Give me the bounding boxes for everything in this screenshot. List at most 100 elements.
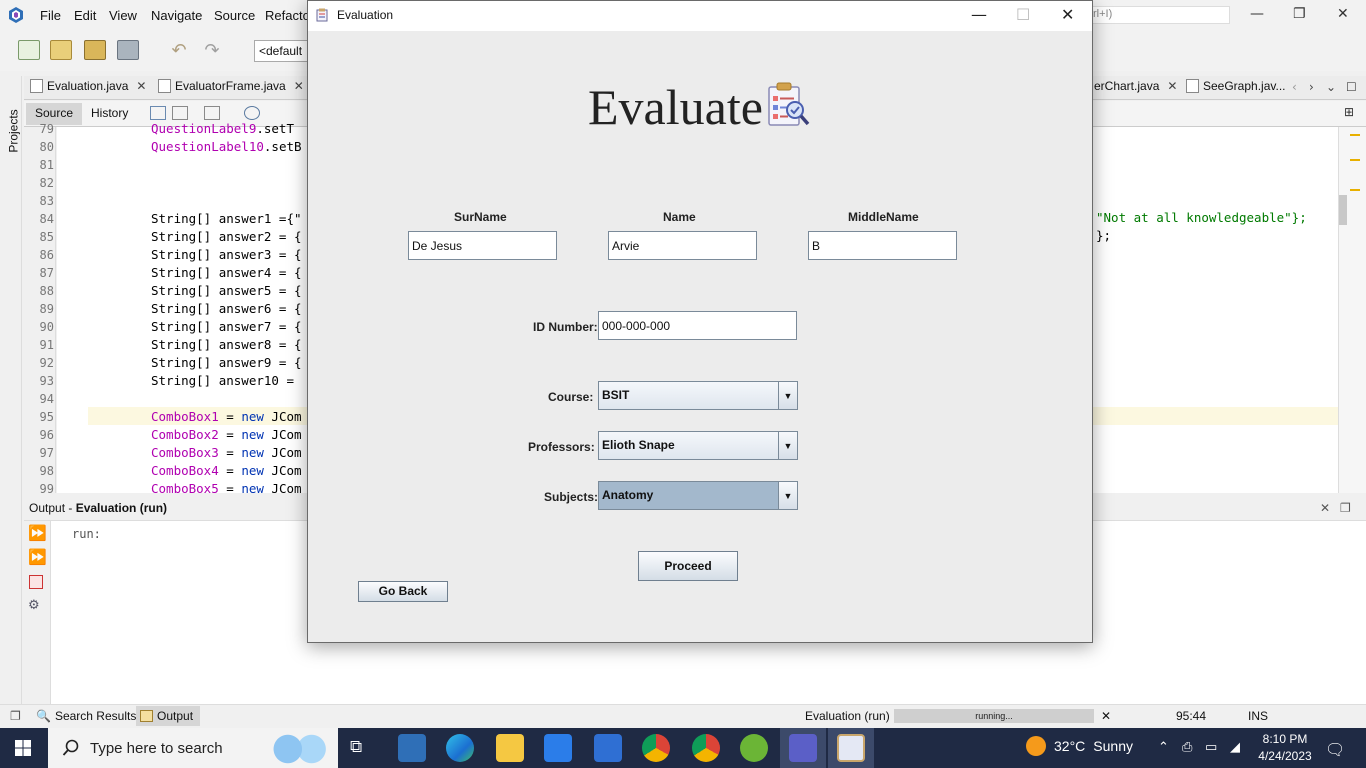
battery-icon[interactable]: ▭ xyxy=(1205,740,1217,755)
line-number: 91 xyxy=(39,338,54,352)
tab-erchart-java[interactable]: erChart.java ✕ xyxy=(1094,79,1177,93)
tab-scroll-left-icon[interactable]: ‹ xyxy=(1292,80,1297,94)
cancel-task-icon[interactable]: ✕ xyxy=(1101,709,1111,723)
file-explorer-icon[interactable] xyxy=(496,734,524,762)
weather-widget[interactable]: 32°C Sunny xyxy=(1026,736,1133,756)
split-editor-icon[interactable]: ⊞ xyxy=(1344,105,1354,119)
code-fragment-84: "Not at all knowledgeable"}; xyxy=(1096,210,1307,225)
chrome-icon[interactable] xyxy=(642,734,670,762)
code-line: QuestionLabel9.setT xyxy=(151,121,294,136)
ide-search-input[interactable]: rl+I) xyxy=(1090,6,1230,24)
ide-close-icon[interactable]: ✕ xyxy=(1337,6,1349,22)
code-line: String[] answer9 = { xyxy=(151,355,302,370)
search-results-tab[interactable]: 🔍 Search Results xyxy=(36,709,136,723)
line-number: 90 xyxy=(39,320,54,334)
id-number-field[interactable]: 000-000-000 xyxy=(598,311,797,340)
go-back-button[interactable]: Go Back xyxy=(358,581,448,602)
history-tab[interactable]: History xyxy=(82,103,137,125)
output-restore-icon[interactable]: ❐ xyxy=(1340,501,1351,515)
windows-logo-icon xyxy=(15,740,31,756)
maximize-editor-icon[interactable]: ☐ xyxy=(1346,80,1357,94)
dialog-minimize-icon[interactable]: — xyxy=(971,5,987,24)
config-select[interactable]: <default xyxy=(254,40,314,62)
chrome-profile-icon[interactable] xyxy=(692,734,720,762)
chevron-up-icon[interactable]: ⌃ xyxy=(1158,740,1169,755)
utorrent-icon[interactable] xyxy=(740,734,768,762)
java-file-icon xyxy=(1186,79,1199,93)
subjects-select[interactable]: Anatomy ▼ xyxy=(598,481,798,510)
menu-edit[interactable]: Edit xyxy=(74,8,96,23)
course-select[interactable]: BSIT ▼ xyxy=(598,381,798,410)
tab-evaluatorframe-java[interactable]: EvaluatorFrame.java ✕ xyxy=(158,79,304,93)
tab-seegraph-java[interactable]: SeeGraph.jav... xyxy=(1186,79,1286,93)
teams-icon[interactable] xyxy=(789,734,817,762)
rerun-icon[interactable]: ⏩ xyxy=(28,524,47,542)
chevron-down-icon[interactable]: ▼ xyxy=(778,432,797,459)
line-number: 94 xyxy=(39,392,54,406)
tab-list-chevron-down-icon[interactable]: ⌄ xyxy=(1326,80,1336,94)
professors-select[interactable]: Elioth Snape ▼ xyxy=(598,431,798,460)
code-line: String[] answer4 = { xyxy=(151,265,302,280)
save-all-icon[interactable] xyxy=(117,40,139,60)
menu-file[interactable]: File xyxy=(40,8,61,23)
search-icon xyxy=(62,739,79,756)
new-file-icon[interactable] xyxy=(18,40,40,60)
start-button[interactable] xyxy=(0,728,46,768)
stop-icon[interactable] xyxy=(29,575,43,589)
menu-view[interactable]: View xyxy=(109,8,137,23)
code-line: ComboBox1 = new JCom xyxy=(151,409,302,424)
wifi-icon[interactable]: ◢ xyxy=(1230,740,1240,755)
mail-icon[interactable] xyxy=(594,734,622,762)
subjects-value: Anatomy xyxy=(599,482,778,509)
microsoft-store-icon[interactable] xyxy=(544,734,572,762)
dialog-close-icon[interactable]: ✕ xyxy=(1061,5,1074,24)
back-icon[interactable] xyxy=(172,106,188,120)
output-tab[interactable]: Output xyxy=(140,709,193,723)
tab-evaluation-java[interactable]: Evaluation.java ✕ xyxy=(30,79,146,93)
evaluation-app-icon[interactable] xyxy=(837,734,865,762)
find-icon[interactable] xyxy=(244,106,260,120)
network-drive-icon[interactable]: ⎙ xyxy=(1182,740,1192,755)
proceed-button[interactable]: Proceed xyxy=(638,551,738,581)
rerun-with-params-icon[interactable]: ⏩ xyxy=(28,548,47,566)
middlename-field[interactable]: B xyxy=(808,231,957,260)
new-project-icon[interactable] xyxy=(50,40,72,60)
close-icon[interactable]: ✕ xyxy=(294,79,304,93)
editor-scrollbar[interactable] xyxy=(1338,127,1366,493)
code-line: ComboBox5 = new JCom xyxy=(151,481,302,496)
last-edit-icon[interactable] xyxy=(150,106,166,120)
code-line: String[] answer10 = xyxy=(151,373,302,388)
jellyfish-search-highlight-icon xyxy=(264,734,332,764)
surname-field[interactable]: De Jesus xyxy=(408,231,557,260)
close-icon[interactable]: ✕ xyxy=(1167,79,1177,93)
line-number: 89 xyxy=(39,302,54,316)
tab-label: SeeGraph.jav... xyxy=(1203,79,1286,93)
output-title-name: Evaluation (run) xyxy=(75,501,168,515)
undo-icon[interactable]: ↶ xyxy=(168,40,190,61)
edge-icon[interactable] xyxy=(446,734,474,762)
notifications-icon[interactable]: 🗨 xyxy=(1325,740,1345,759)
netbeans-taskbar-icon[interactable] xyxy=(398,734,426,762)
progress-bar: running... xyxy=(894,709,1094,723)
menu-navigate[interactable]: Navigate xyxy=(151,8,202,23)
projects-strip xyxy=(0,76,22,704)
tab-scroll-right-icon[interactable]: › xyxy=(1309,80,1314,94)
redo-icon[interactable]: ↷ xyxy=(201,40,223,61)
taskbar-clock[interactable]: 8:10 PM 4/24/2023 xyxy=(1250,731,1320,765)
chevron-down-icon[interactable]: ▼ xyxy=(778,382,797,409)
ide-minimize-icon[interactable]: — xyxy=(1250,6,1264,22)
forward-icon[interactable] xyxy=(204,106,220,120)
open-project-icon[interactable] xyxy=(84,40,106,60)
output-close-icon[interactable]: ✕ xyxy=(1320,501,1330,515)
settings-icon[interactable]: ⚙ xyxy=(28,598,40,613)
task-view-icon[interactable]: ⧉ xyxy=(350,737,362,757)
line-number: 87 xyxy=(39,266,54,280)
projects-tab[interactable]: Projects xyxy=(7,109,21,152)
code-line: ComboBox4 = new JCom xyxy=(151,463,302,478)
ide-restore-icon[interactable]: ❐ xyxy=(1293,6,1306,22)
chevron-down-icon[interactable]: ▼ xyxy=(778,482,797,509)
name-field[interactable]: Arvie xyxy=(608,231,757,260)
restore-windows-icon[interactable]: ❐ xyxy=(10,709,21,723)
menu-source[interactable]: Source xyxy=(214,8,255,23)
close-icon[interactable]: ✕ xyxy=(136,79,146,93)
